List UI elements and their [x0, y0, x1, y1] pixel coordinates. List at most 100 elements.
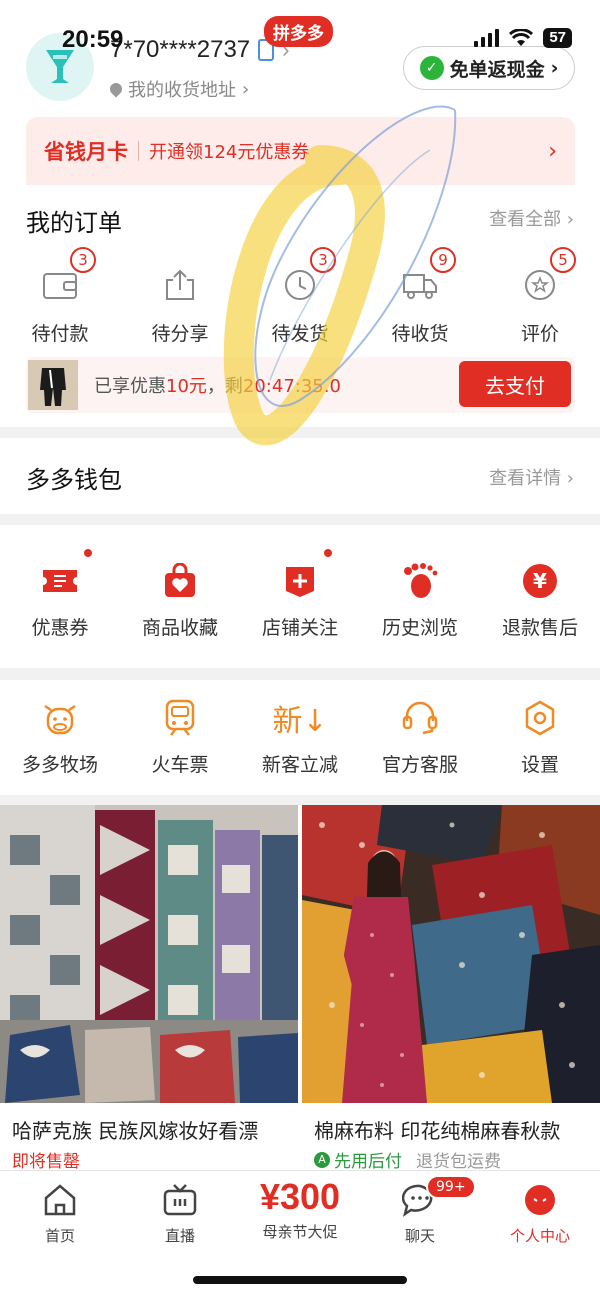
order-status-review[interactable]: 5 评价	[480, 247, 600, 346]
wallet-section[interactable]: 多多钱包 查看详情 ›	[0, 438, 600, 514]
savings-card-title: 省钱月卡	[44, 140, 128, 164]
refund-entry[interactable]: ¥ 退款售后	[480, 525, 600, 668]
tab-live[interactable]: 直播	[120, 1183, 240, 1246]
chevron-right-icon: ›	[242, 78, 250, 100]
tab-label: 首页	[44, 1227, 75, 1245]
product-image	[0, 805, 298, 1103]
order-status-label: 评价	[520, 323, 559, 345]
product-card[interactable]: 哈萨克族 民族风嫁妆好看漂 即将售罄	[0, 805, 298, 1175]
tool-label: 官方客服	[381, 754, 458, 776]
new-customer-discount-entry[interactable]: 新↓ 新客立减	[240, 680, 360, 795]
pending-payment-text: 已享优惠10元，剩20:47:35.0	[94, 376, 341, 397]
clock-icon	[280, 265, 320, 305]
product-name: 哈萨克族 民族风嫁妆好看漂	[12, 1119, 259, 1143]
savings-card-desc: 开通领124元优惠券	[149, 142, 310, 163]
history-entry[interactable]: 历史浏览	[360, 525, 480, 668]
wallet-details-link[interactable]: 查看详情 ›	[489, 464, 574, 490]
order-status-label: 待分享	[151, 323, 209, 345]
product-image	[302, 805, 600, 1103]
my-orders-section: 我的订单 查看全部 › 3 待付款 待分享 3 待发货 9 待收货 5 评价 已…	[0, 185, 600, 427]
review-icon	[520, 265, 560, 305]
order-status-pending-share[interactable]: 待分享	[120, 247, 240, 346]
svg-text:¥: ¥	[533, 569, 547, 593]
order-status-pending-payment[interactable]: 3 待付款	[0, 247, 120, 346]
status-bar: 20:59 57	[0, 0, 600, 53]
profile-icon	[525, 1185, 555, 1215]
address-label: 我的收货地址	[128, 80, 236, 101]
wifi-icon	[509, 29, 534, 46]
recommended-products: 哈萨克族 民族风嫁妆好看漂 即将售罄 棉麻布料 印花纯棉麻春秋款 A 先用后付 …	[0, 805, 600, 1175]
services-row: 优惠券 商品收藏 店铺关注 历史浏览 ¥ 退款售后	[0, 525, 600, 668]
count-badge: 3	[310, 247, 336, 273]
count-badge: 3	[70, 247, 96, 273]
tab-label: 母亲节大促	[262, 1223, 338, 1241]
favorites-entry[interactable]: 商品收藏	[120, 525, 240, 668]
home-icon	[44, 1184, 76, 1216]
service-label: 历史浏览	[381, 617, 458, 639]
order-status-pending-shipment[interactable]: 3 待发货	[240, 247, 360, 346]
order-status-pending-receipt[interactable]: 9 待收货	[360, 247, 480, 346]
coupons-entry[interactable]: 优惠券	[0, 525, 120, 668]
settings-entry[interactable]: 设置	[480, 680, 600, 795]
orders-title: 我的订单	[26, 209, 122, 237]
duoduo-farm-entry[interactable]: 多多牧场	[0, 680, 120, 795]
tab-label: 聊天	[404, 1227, 435, 1245]
tool-label: 设置	[520, 754, 559, 776]
cow-icon	[40, 698, 80, 738]
pending-payment-bar[interactable]: 已享优惠10元，剩20:47:35.0 去支付	[26, 357, 575, 413]
footprint-icon	[400, 561, 440, 601]
tab-mothers-day-promo[interactable]: ¥300 母亲节大促	[240, 1177, 360, 1242]
cellular-signal-icon	[474, 29, 500, 47]
tab-label: 直播	[164, 1227, 195, 1245]
order-status-label: 待付款	[31, 323, 89, 345]
pay-now-button[interactable]: 去支付	[459, 361, 571, 407]
product-tag: 即将售罄	[12, 1152, 80, 1172]
pay-later-icon: A	[314, 1151, 330, 1168]
tool-label: 火车票	[151, 754, 209, 776]
free-order-cash-button[interactable]: ✓ 免单返现金 ›	[403, 46, 575, 90]
product-name: 棉麻布料 印花纯棉麻春秋款	[314, 1119, 561, 1143]
view-all-orders-link[interactable]: 查看全部 ›	[489, 205, 574, 231]
chevron-right-icon: ›	[548, 138, 557, 164]
service-label: 优惠券	[31, 617, 89, 639]
headset-icon	[400, 698, 440, 738]
refund-icon: ¥	[520, 561, 560, 601]
savings-card-banner[interactable]: 省钱月卡 开通领124元优惠券 ›	[26, 117, 575, 185]
promo-amount: ¥300	[259, 1176, 341, 1217]
customer-service-entry[interactable]: 官方客服	[360, 680, 480, 795]
new-discount-icon: 新↓	[272, 704, 328, 739]
order-status-label: 待发货	[271, 323, 329, 345]
shop-follow-entry[interactable]: 店铺关注	[240, 525, 360, 668]
tab-profile[interactable]: 个人中心	[480, 1183, 600, 1246]
service-label: 退款售后	[501, 617, 578, 639]
divider	[138, 141, 139, 161]
unread-badge: 99+	[426, 1175, 476, 1199]
train-tickets-entry[interactable]: 火车票	[120, 680, 240, 795]
truck-icon	[400, 265, 440, 305]
tool-label: 新客立减	[261, 754, 338, 776]
share-icon	[160, 265, 200, 305]
cash-button-label: 免单返现金	[449, 58, 545, 81]
product-thumbnail	[28, 360, 78, 410]
tab-label: 个人中心	[509, 1227, 570, 1245]
live-tv-icon	[163, 1184, 197, 1216]
favorites-bag-icon	[160, 561, 200, 601]
home-indicator	[193, 1276, 407, 1284]
tab-chat[interactable]: 99+ 聊天	[360, 1175, 480, 1246]
product-tag: A 先用后付 退货包运费	[314, 1147, 501, 1172]
wechat-icon: ✓	[419, 56, 444, 80]
chevron-right-icon: ›	[550, 57, 559, 79]
address-link[interactable]: 我的收货地址 ›	[107, 76, 250, 102]
notification-dot	[82, 547, 94, 559]
coupon-icon	[40, 561, 80, 601]
battery-icon: 57	[543, 28, 572, 48]
status-time: 20:59	[62, 26, 124, 53]
settings-icon	[520, 698, 560, 738]
order-status-label: 待收货	[391, 323, 449, 345]
product-card[interactable]: 棉麻布料 印花纯棉麻春秋款 A 先用后付 退货包运费	[302, 805, 600, 1175]
tab-home[interactable]: 首页	[0, 1183, 120, 1246]
tools-row: 多多牧场 火车票 新↓ 新客立减 官方客服 设置	[0, 680, 600, 795]
service-label: 店铺关注	[261, 617, 338, 639]
wallet-title: 多多钱包	[26, 466, 122, 494]
wallet-icon	[40, 265, 80, 305]
